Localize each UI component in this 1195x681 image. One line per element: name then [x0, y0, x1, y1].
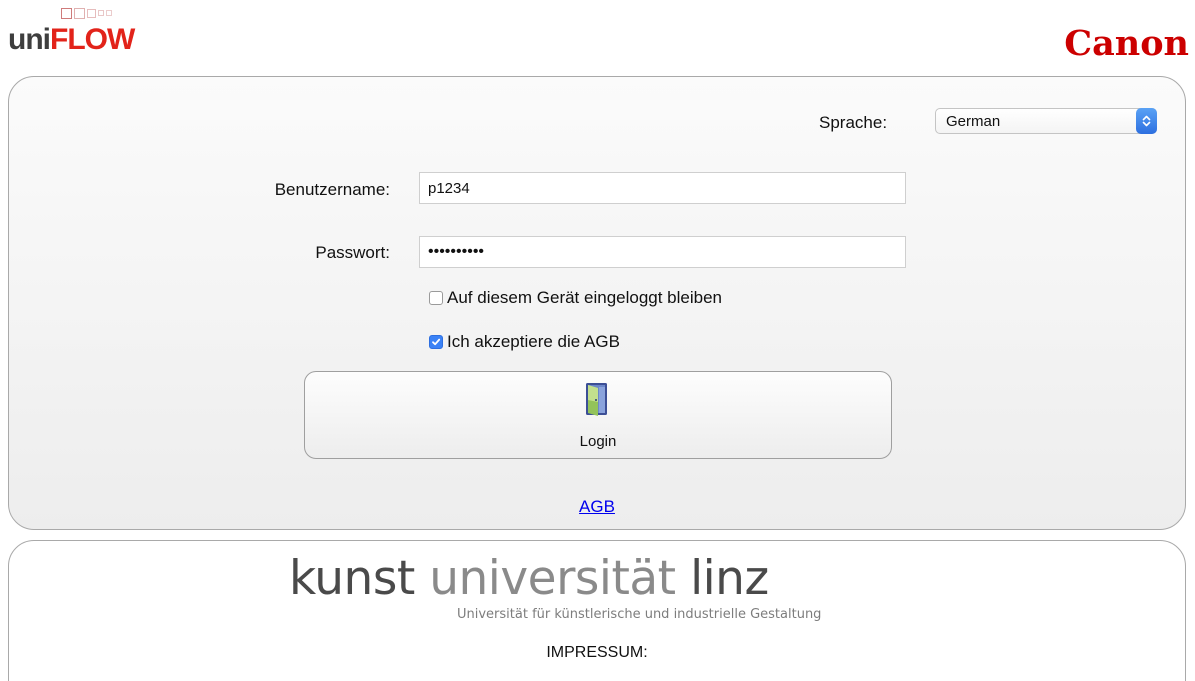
- login-button[interactable]: Login: [304, 371, 892, 459]
- uniflow-squares-icon: [61, 6, 112, 20]
- password-label: Passwort:: [315, 243, 390, 262]
- username-input[interactable]: [419, 172, 906, 204]
- kunstuni-linz-logo: kunst universität linz Universität für k…: [289, 551, 909, 631]
- page: uniFLOW Canon Sprache: German Benutzerna…: [0, 0, 1195, 681]
- logo-word-universitaet: universität: [429, 551, 676, 606]
- uniflow-logo: uniFLOW: [8, 6, 148, 58]
- agb-link-container: AGB: [9, 497, 1185, 517]
- logo-tagline: Universität für künstlerische und indust…: [457, 607, 822, 622]
- kunstuni-wordmark: kunst universität linz: [289, 551, 769, 607]
- stay-logged-in-row[interactable]: Auf diesem Gerät eingeloggt bleiben: [429, 288, 722, 308]
- logo-word-kunst: kunst: [289, 551, 415, 606]
- uniflow-flow: FLOW: [50, 23, 135, 56]
- footer-panel: kunst universität linz Universität für k…: [8, 540, 1186, 681]
- stay-logged-in-checkbox[interactable]: [429, 291, 443, 305]
- canon-logo: Canon: [1064, 23, 1189, 64]
- username-label: Benutzername:: [274, 180, 390, 199]
- language-label: Sprache:: [819, 113, 888, 132]
- agb-link[interactable]: AGB: [579, 497, 615, 516]
- accept-terms-label[interactable]: Ich akzeptiere die AGB: [447, 332, 620, 352]
- accept-terms-row[interactable]: Ich akzeptiere die AGB: [429, 332, 620, 352]
- stay-logged-in-label[interactable]: Auf diesem Gerät eingeloggt bleiben: [447, 288, 722, 308]
- select-arrows-icon: [1136, 108, 1157, 134]
- language-select-value: German: [946, 113, 1001, 130]
- password-input[interactable]: [419, 236, 906, 268]
- uniflow-wordmark: uniFLOW: [8, 20, 135, 58]
- logo-word-linz: linz: [690, 551, 769, 606]
- login-button-label: Login: [579, 433, 617, 450]
- checkmark-icon: [432, 338, 441, 346]
- language-select[interactable]: German: [935, 108, 1157, 134]
- login-panel: Sprache: German Benutzername: Passwort: …: [8, 76, 1186, 530]
- door-icon: [586, 383, 607, 416]
- uniflow-uni: uni: [8, 23, 51, 56]
- impressum-heading: IMPRESSUM:: [546, 644, 648, 661]
- accept-terms-checkbox[interactable]: [429, 335, 443, 349]
